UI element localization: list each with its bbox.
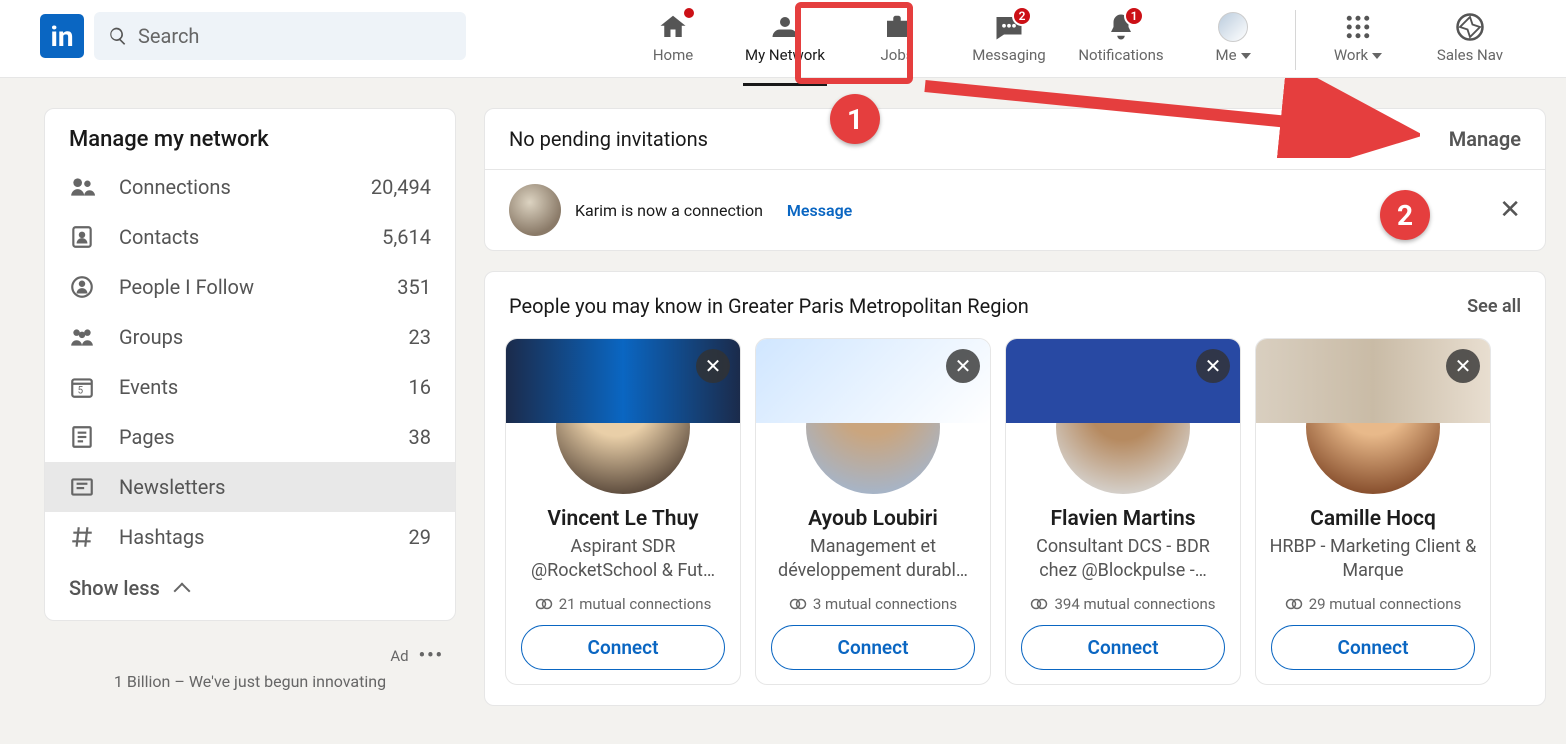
cover-image: ✕	[1256, 339, 1490, 423]
home-badge	[682, 6, 696, 20]
person-card: ✕ Camille Hocq HRBP - Marketing Client &…	[1255, 338, 1491, 685]
sidebar-title: Manage my network	[45, 109, 455, 162]
hashtag-icon	[69, 524, 95, 550]
sidebar-item-newsletters[interactable]: Newsletters	[45, 462, 455, 512]
show-less-toggle[interactable]: Show less	[45, 562, 455, 620]
nav-home[interactable]: Home	[617, 8, 729, 80]
sidebar-item-people-i-follow[interactable]: People I Follow 351	[45, 262, 455, 312]
person-name[interactable]: Flavien Martins	[1006, 507, 1240, 531]
newsletter-icon	[69, 474, 95, 500]
mutual-connections: 3 mutual connections	[756, 595, 990, 613]
notifications-badge: 1	[1124, 6, 1144, 26]
connect-button[interactable]: Connect	[771, 625, 975, 670]
dismiss-button[interactable]: ✕	[696, 349, 730, 383]
top-navbar: in Search Home My Network Jobs	[0, 0, 1566, 78]
compass-icon	[1455, 12, 1485, 42]
connect-button[interactable]: Connect	[521, 625, 725, 670]
grid-icon	[1343, 12, 1373, 42]
dismiss-button[interactable]: ✕	[946, 349, 980, 383]
people-icon	[69, 174, 95, 200]
see-all-link[interactable]: See all	[1467, 296, 1521, 317]
nav-messaging[interactable]: 2 Messaging	[953, 8, 1065, 80]
chevron-up-icon	[173, 583, 190, 600]
mutual-connections: 394 mutual connections	[1006, 595, 1240, 613]
sidebar-item-events[interactable]: 5 Events 16	[45, 362, 455, 412]
mutual-icon	[789, 598, 807, 610]
nav-notifications[interactable]: 1 Notifications	[1065, 8, 1177, 80]
chevron-down-icon	[1241, 53, 1251, 59]
annotation-step-1: 1	[830, 94, 880, 144]
sidebar-item-pages[interactable]: Pages 38	[45, 412, 455, 462]
nav-my-network[interactable]: My Network	[729, 8, 841, 80]
cover-image: ✕	[506, 339, 740, 423]
person-card: ✕ Flavien Martins Consultant DCS - BDR c…	[1005, 338, 1241, 685]
person-card: ✕ Ayoub Loubiri Management et développem…	[755, 338, 991, 685]
sidebar-item-connections[interactable]: Connections 20,494	[45, 162, 455, 212]
mutual-icon	[535, 598, 553, 610]
person-name[interactable]: Camille Hocq	[1256, 507, 1490, 531]
ad-tag: Ad	[390, 647, 408, 665]
invitations-title: No pending invitations	[509, 127, 708, 151]
contacts-icon	[69, 224, 95, 250]
mutual-connections: 29 mutual connections	[1256, 595, 1490, 613]
groups-icon	[69, 324, 95, 350]
person-subtitle: Aspirant SDR @RocketSchool & Fut…	[506, 531, 740, 587]
cover-image: ✕	[1006, 339, 1240, 423]
search-placeholder: Search	[138, 24, 199, 48]
cover-image: ✕	[756, 339, 990, 423]
manage-network-sidebar: Manage my network Connections 20,494 Con…	[44, 108, 456, 621]
chevron-down-icon	[1372, 53, 1382, 59]
svg-text:5: 5	[78, 386, 84, 397]
dismiss-button[interactable]: ✕	[1196, 349, 1230, 383]
ad-text: 1 Billion – We've just begun innovating	[44, 672, 456, 691]
calendar-icon: 5	[69, 374, 95, 400]
mutual-icon	[1285, 598, 1303, 610]
nav-work[interactable]: Work	[1302, 8, 1414, 80]
person-subtitle: HRBP - Marketing Client & Marque	[1256, 531, 1490, 587]
nav-sales-nav[interactable]: Sales Nav	[1414, 8, 1526, 80]
mutual-connections: 21 mutual connections	[506, 595, 740, 613]
nav-me[interactable]: Me	[1177, 8, 1289, 80]
pymk-card: People you may know in Greater Paris Met…	[484, 271, 1546, 706]
avatar[interactable]	[509, 184, 561, 236]
pages-icon	[69, 424, 95, 450]
network-icon	[770, 12, 800, 42]
avatar	[1218, 12, 1248, 42]
search-icon	[108, 26, 128, 46]
mutual-icon	[1030, 598, 1048, 610]
sidebar-item-hashtags[interactable]: Hashtags 29	[45, 512, 455, 562]
search-input[interactable]: Search	[94, 12, 466, 60]
message-link[interactable]: Message	[787, 201, 852, 220]
person-name[interactable]: Ayoub Loubiri	[756, 507, 990, 531]
person-card: ✕ Vincent Le Thuy Aspirant SDR @RocketSc…	[505, 338, 741, 685]
person-subtitle: Consultant DCS - BDR chez @Blockpulse -…	[1006, 531, 1240, 587]
dismiss-button[interactable]: ✕	[1446, 349, 1480, 383]
person-name[interactable]: Vincent Le Thuy	[506, 507, 740, 531]
annotation-step-2: 2	[1380, 190, 1430, 240]
ad-menu[interactable]: •••	[419, 645, 444, 666]
connect-button[interactable]: Connect	[1271, 625, 1475, 670]
connect-button[interactable]: Connect	[1021, 625, 1225, 670]
person-subtitle: Management et développement durabl…	[756, 531, 990, 587]
manage-button[interactable]: Manage	[1449, 127, 1521, 151]
ad-block: Ad ••• 1 Billion – We've just begun inno…	[44, 645, 456, 691]
linkedin-logo[interactable]: in	[40, 14, 84, 58]
messaging-badge: 2	[1012, 6, 1032, 26]
connection-text: Karim is now a connection	[575, 201, 763, 220]
jobs-icon	[882, 12, 912, 42]
close-icon[interactable]: ✕	[1499, 195, 1521, 225]
follow-icon	[69, 274, 95, 300]
sidebar-item-contacts[interactable]: Contacts 5,614	[45, 212, 455, 262]
sidebar-item-groups[interactable]: Groups 23	[45, 312, 455, 362]
pymk-title: People you may know in Greater Paris Met…	[509, 294, 1029, 318]
nav-jobs[interactable]: Jobs	[841, 8, 953, 80]
